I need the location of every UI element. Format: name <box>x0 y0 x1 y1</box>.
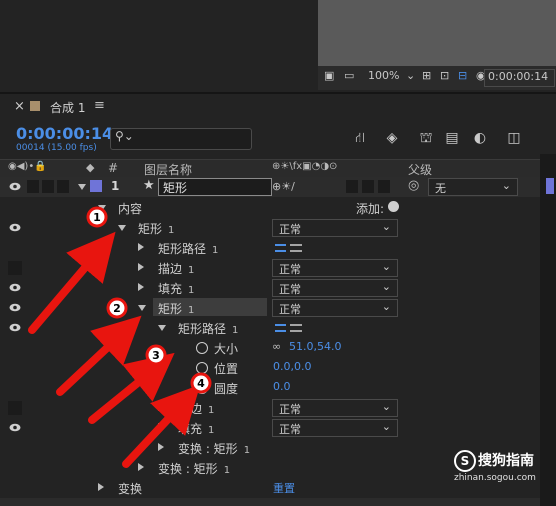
watermark-url: zhinan.sogou.com <box>454 473 536 483</box>
step-marker: 1 <box>86 206 108 228</box>
watermark-title: 搜狗指南 <box>478 453 534 469</box>
svg-text:2: 2 <box>113 302 121 315</box>
annotation-arrow <box>88 352 175 424</box>
annotation-overlay: 1 2 3 4 <box>28 206 212 468</box>
sogou-logo-icon: S <box>454 450 476 472</box>
step-marker: 2 <box>106 297 128 319</box>
step-marker: 3 <box>145 344 167 366</box>
annotation-arrow <box>122 384 201 468</box>
annotation-arrow <box>56 315 142 396</box>
step-marker: 4 <box>190 372 212 394</box>
svg-text:4: 4 <box>197 377 205 390</box>
watermark: S 搜狗指南 zhinan.sogou.com <box>428 448 548 488</box>
svg-text:1: 1 <box>93 211 101 224</box>
svg-text:3: 3 <box>152 349 160 362</box>
annotation-arrow <box>28 231 116 334</box>
